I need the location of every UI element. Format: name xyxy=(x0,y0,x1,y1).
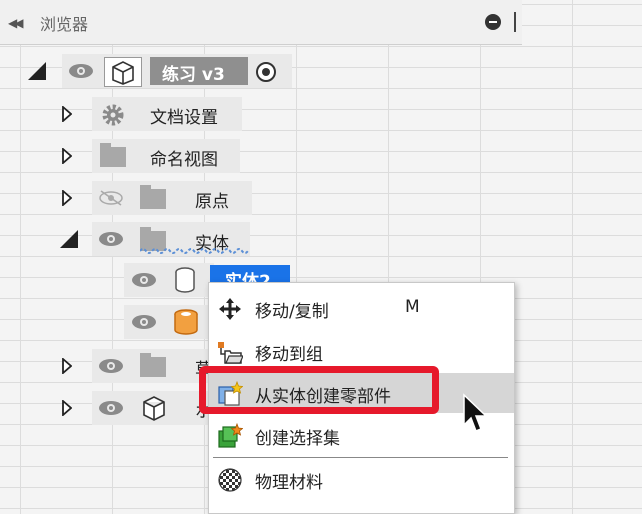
folder-icon xyxy=(100,143,126,167)
shortcut-label: M xyxy=(405,297,420,317)
eye-icon[interactable] xyxy=(131,272,157,288)
menu-item-move-copy[interactable]: 移动/复制 M xyxy=(209,288,514,328)
orange-body-icon xyxy=(170,307,202,337)
menu-item-label: 创建选择集 xyxy=(255,429,340,449)
move-to-group-icon xyxy=(217,339,244,365)
panel-handle-icon[interactable] xyxy=(514,12,516,32)
menu-item-label: 移动到组 xyxy=(255,345,323,365)
expand-right-icon[interactable] xyxy=(62,357,73,375)
component-icon xyxy=(104,57,142,87)
expand-right-icon[interactable] xyxy=(62,399,73,417)
eye-icon[interactable] xyxy=(98,400,124,416)
expand-down-icon[interactable] xyxy=(28,62,46,80)
physical-material-icon xyxy=(217,467,243,493)
move-icon xyxy=(217,296,243,322)
named-views-label: 命名视图 xyxy=(150,150,218,170)
component-icon xyxy=(140,394,168,422)
selection-set-icon xyxy=(217,422,244,449)
eye-icon[interactable] xyxy=(98,231,124,247)
drop-target-indicator xyxy=(140,248,249,254)
gear-icon xyxy=(100,102,126,128)
menu-item-label: 移动/复制 xyxy=(255,302,329,322)
expand-down-icon[interactable] xyxy=(60,230,78,248)
collapse-icon[interactable]: ◀◀ xyxy=(8,16,24,30)
browser-title: 浏览器 xyxy=(40,15,89,34)
eye-icon[interactable] xyxy=(98,358,124,374)
expand-right-icon[interactable] xyxy=(62,147,73,165)
folder-icon xyxy=(140,185,166,209)
activate-radio-icon[interactable] xyxy=(256,62,276,82)
doc-settings-label: 文档设置 xyxy=(150,108,218,128)
expand-right-icon[interactable] xyxy=(62,189,73,207)
highlight-annotation xyxy=(199,366,439,414)
mouse-cursor-icon xyxy=(462,393,488,435)
menu-item-label: 物理材料 xyxy=(255,473,323,493)
menu-item-physical-material[interactable]: 物理材料 xyxy=(209,459,514,499)
component-name: 练习 v3 xyxy=(162,65,225,85)
eye-icon[interactable] xyxy=(131,314,157,330)
body-icon xyxy=(170,265,200,295)
eye-icon[interactable] xyxy=(68,63,94,79)
eye-hidden-icon[interactable] xyxy=(98,190,124,206)
menu-item-move-to-group[interactable]: 移动到组 xyxy=(209,331,514,371)
expand-right-icon[interactable] xyxy=(62,105,73,123)
menu-separator xyxy=(213,457,508,458)
minimize-icon[interactable] xyxy=(485,14,501,30)
browser-panel-header: ◀◀ 浏览器 xyxy=(0,0,522,45)
origin-label: 原点 xyxy=(195,192,229,212)
folder-icon xyxy=(140,353,166,377)
